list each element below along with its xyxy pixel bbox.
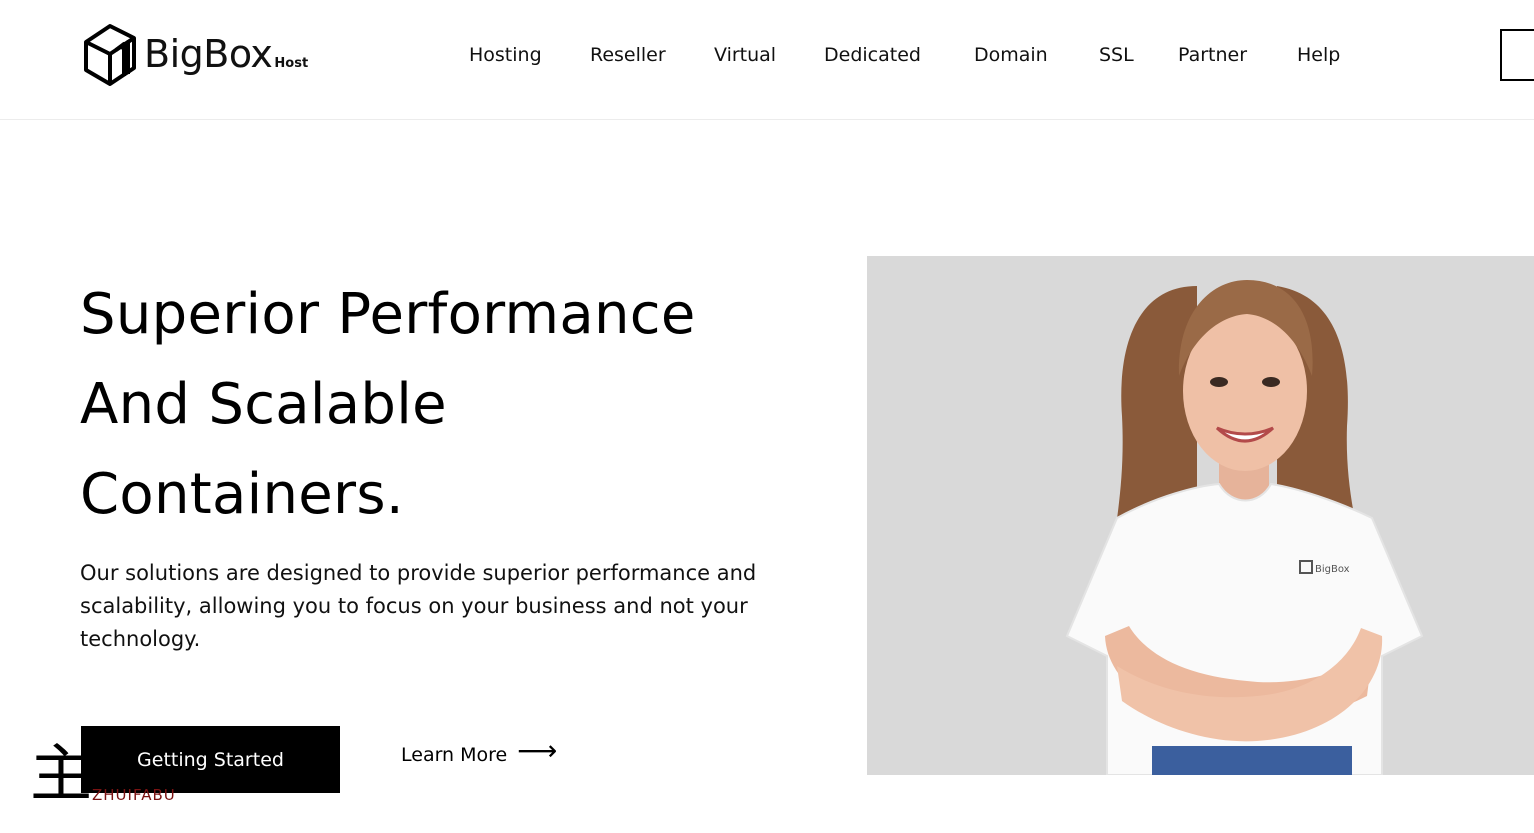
hero-description: Our solutions are designed to provide su…: [80, 561, 757, 651]
brand-logo[interactable]: BigBox Host: [80, 20, 308, 88]
watermark-text: ZHUIFABU: [92, 786, 176, 804]
brand-suffix: Host: [274, 55, 309, 71]
svg-text:BigBox: BigBox: [1315, 564, 1350, 575]
learn-more-label: Learn More: [401, 744, 508, 766]
nav-hosting[interactable]: Hosting: [469, 40, 542, 70]
nav-ssl[interactable]: SSL: [1099, 40, 1134, 70]
nav-help[interactable]: Help: [1297, 40, 1340, 70]
nav-virtual[interactable]: Virtual: [714, 40, 776, 70]
watermark-glyph: 主: [30, 737, 93, 810]
box-logo-icon: [84, 24, 136, 86]
hero-title: Superior Performance And Scalable Contai…: [80, 270, 840, 540]
hero-image: BigBox: [867, 256, 1534, 775]
header-action-button[interactable]: [1500, 29, 1534, 81]
hero-title-line: Superior Performance: [80, 282, 696, 347]
hero-title-line: Containers.: [80, 462, 404, 527]
site-header: BigBox Host Hosting Reseller Virtual Ded…: [0, 0, 1534, 120]
learn-more-link[interactable]: Learn More ⟶: [401, 734, 558, 767]
nav-partner[interactable]: Partner: [1178, 40, 1247, 70]
brand-name: BigBox: [144, 32, 273, 76]
watermark-logo: 主 ZHUIFABU: [30, 742, 230, 806]
nav-domain[interactable]: Domain: [974, 40, 1048, 70]
hero-title-line: And Scalable: [80, 372, 447, 437]
person-illustration: BigBox: [1065, 280, 1424, 775]
arrow-right-icon: ⟶: [517, 734, 558, 767]
nav-dedicated[interactable]: Dedicated: [824, 40, 921, 70]
nav-reseller[interactable]: Reseller: [590, 40, 666, 70]
